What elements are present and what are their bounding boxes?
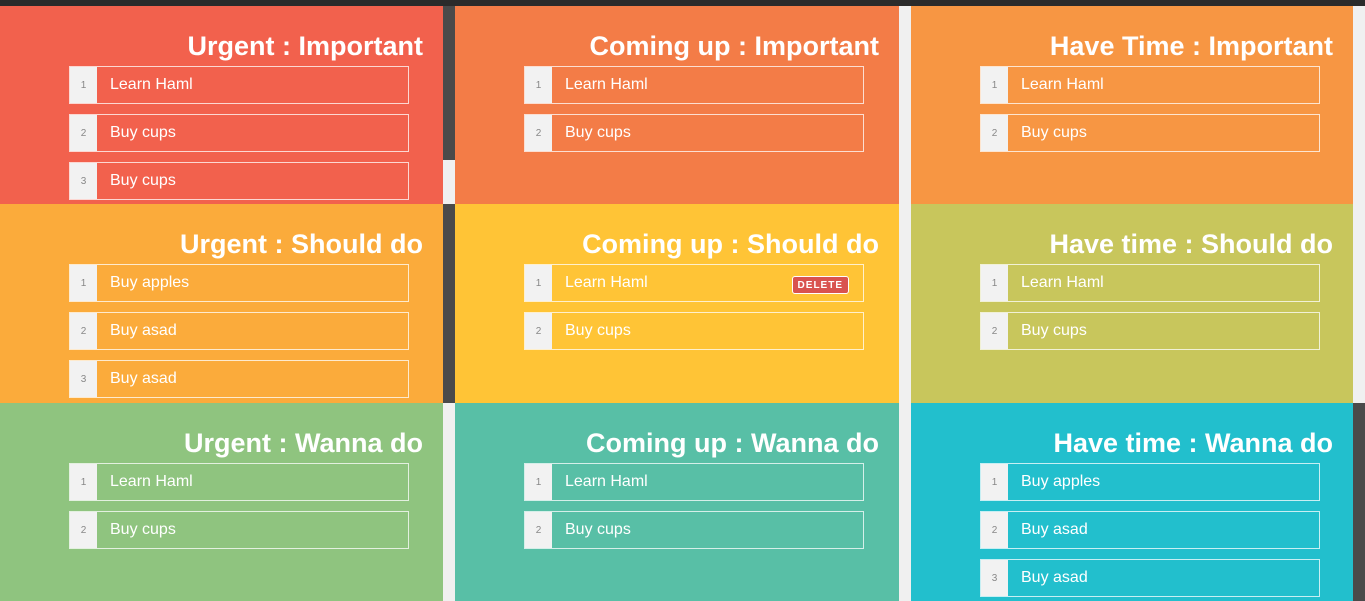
task-label[interactable]: Buy apples <box>97 265 408 301</box>
task-list: 1 Learn Haml 2 Buy cups <box>524 463 864 559</box>
task-number: 2 <box>525 512 552 548</box>
task-number: 1 <box>70 67 97 103</box>
task-label[interactable]: Buy cups <box>552 313 863 349</box>
task-list: 1 Buy apples 2 Buy asad 3 Buy asad <box>69 264 409 403</box>
quadrant-comingup-important: Coming up : Important 1 Learn Haml 2 Buy c… <box>455 6 899 204</box>
task-label[interactable]: Buy asad <box>1008 560 1319 596</box>
quadrant-title: Have time : Should do <box>1049 229 1333 259</box>
task-item[interactable]: 1 Learn Haml DELETE <box>524 264 864 302</box>
task-item[interactable]: 3 Buy cups <box>69 162 409 200</box>
task-label[interactable]: Learn Haml <box>552 464 863 500</box>
task-number: 1 <box>981 67 1008 103</box>
task-number: 1 <box>70 265 97 301</box>
task-number: 1 <box>981 265 1008 301</box>
task-number: 3 <box>70 361 97 397</box>
task-item[interactable]: 1 Learn Haml <box>980 66 1320 104</box>
quadrant-title: Coming up : Important <box>589 31 879 61</box>
task-item[interactable]: 2 Buy asad <box>980 511 1320 549</box>
quadrant-title: Urgent : Important <box>187 31 424 61</box>
task-label[interactable]: Buy cups <box>552 512 863 548</box>
task-item[interactable]: 2 Buy cups <box>524 312 864 350</box>
task-item[interactable]: 3 Buy asad <box>69 360 409 398</box>
task-number: 1 <box>525 464 552 500</box>
task-label[interactable]: Buy cups <box>552 115 863 151</box>
quadrant-title: Have Time : Important <box>1049 31 1333 61</box>
task-label[interactable]: Buy cups <box>97 512 408 548</box>
task-label[interactable]: Learn Haml <box>1008 67 1319 103</box>
task-list: 1 Learn Haml 2 Buy cups <box>69 463 409 559</box>
task-item[interactable]: 1 Learn Haml <box>69 66 409 104</box>
task-list: 1 Learn Haml 2 Buy cups <box>524 66 864 162</box>
task-item[interactable]: 2 Buy cups <box>980 114 1320 152</box>
task-item[interactable]: 1 Buy apples <box>980 463 1320 501</box>
task-item[interactable]: 2 Buy cups <box>980 312 1320 350</box>
quadrant-comingup-wanna: Coming up : Wanna do 1 Learn Haml 2 Buy cu… <box>455 403 899 601</box>
task-list: 1 Learn Haml 2 Buy cups <box>980 264 1320 360</box>
quadrant-comingup-should: Coming up : Should do 1 Learn Haml DELETE … <box>455 204 899 403</box>
task-number: 2 <box>525 115 552 151</box>
quadrant-title: Have time : Wanna do <box>1053 428 1333 458</box>
quadrant-havetime-should: Have time : Should do 1 Learn Haml 2 Buy c… <box>911 204 1353 403</box>
column-gap <box>899 6 911 601</box>
task-item[interactable]: 3 Buy asad <box>980 559 1320 597</box>
task-number: 3 <box>981 560 1008 596</box>
task-label[interactable]: Learn Haml <box>97 67 408 103</box>
task-list: 1 Learn Haml DELETE 2 Buy cups <box>524 264 864 360</box>
task-item[interactable]: 2 Buy cups <box>69 114 409 152</box>
column-gap <box>443 160 455 204</box>
quadrant-urgent-should: Urgent : Should do 1 Buy apples 2 Buy asad… <box>0 204 443 403</box>
task-number: 1 <box>525 265 552 301</box>
task-item[interactable]: 2 Buy cups <box>69 511 409 549</box>
task-label[interactable]: Learn Haml <box>552 67 863 103</box>
task-item[interactable]: 2 Buy cups <box>524 511 864 549</box>
task-number: 2 <box>981 313 1008 349</box>
task-item[interactable]: 1 Learn Haml <box>524 66 864 104</box>
task-number: 1 <box>525 67 552 103</box>
task-number: 1 <box>981 464 1008 500</box>
task-label[interactable]: Buy cups <box>97 163 408 199</box>
task-item[interactable]: 2 Buy cups <box>524 114 864 152</box>
task-list: 1 Buy apples 2 Buy asad 3 Buy asad <box>980 463 1320 601</box>
task-label[interactable]: Buy asad <box>1008 512 1319 548</box>
task-label[interactable]: Buy cups <box>97 115 408 151</box>
quadrant-urgent-wanna: Urgent : Wanna do 1 Learn Haml 2 Buy cups <box>0 403 443 601</box>
task-label[interactable]: Buy asad <box>97 313 408 349</box>
task-label[interactable]: Learn Haml <box>1008 265 1319 301</box>
quadrant-title: Coming up : Should do <box>582 229 879 259</box>
task-item[interactable]: 2 Buy asad <box>69 312 409 350</box>
task-label[interactable]: Buy cups <box>1008 115 1319 151</box>
task-number: 3 <box>70 163 97 199</box>
task-label[interactable]: Buy apples <box>1008 464 1319 500</box>
task-item[interactable]: 1 Buy apples <box>69 264 409 302</box>
task-number: 2 <box>70 313 97 349</box>
task-item[interactable]: 1 Learn Haml <box>980 264 1320 302</box>
task-number: 2 <box>525 313 552 349</box>
task-label[interactable]: Buy asad <box>97 361 408 397</box>
delete-button[interactable]: DELETE <box>791 276 849 294</box>
task-number: 2 <box>70 512 97 548</box>
task-number: 2 <box>981 115 1008 151</box>
column-gap <box>443 403 455 601</box>
quadrant-title: Urgent : Wanna do <box>184 428 423 458</box>
quadrant-title: Urgent : Should do <box>180 229 423 259</box>
task-label[interactable]: Buy cups <box>1008 313 1319 349</box>
task-number: 2 <box>981 512 1008 548</box>
task-list: 1 Learn Haml 2 Buy cups <box>980 66 1320 162</box>
task-label[interactable]: Learn Haml <box>97 464 408 500</box>
task-number: 1 <box>70 464 97 500</box>
task-list: 1 Learn Haml 2 Buy cups 3 Buy cups <box>69 66 409 204</box>
quadrant-urgent-important: Urgent : Important 1 Learn Haml 2 Buy cups… <box>0 6 443 204</box>
quadrant-havetime-important: Have Time : Important 1 Learn Haml 2 Buy c… <box>911 6 1353 204</box>
task-number: 2 <box>70 115 97 151</box>
task-item[interactable]: 1 Learn Haml <box>69 463 409 501</box>
quadrant-title: Coming up : Wanna do <box>586 428 879 458</box>
column-gap <box>1353 403 1365 601</box>
task-item[interactable]: 1 Learn Haml <box>524 463 864 501</box>
quadrant-havetime-wanna: Have time : Wanna do 1 Buy apples 2 Buy as… <box>911 403 1353 601</box>
